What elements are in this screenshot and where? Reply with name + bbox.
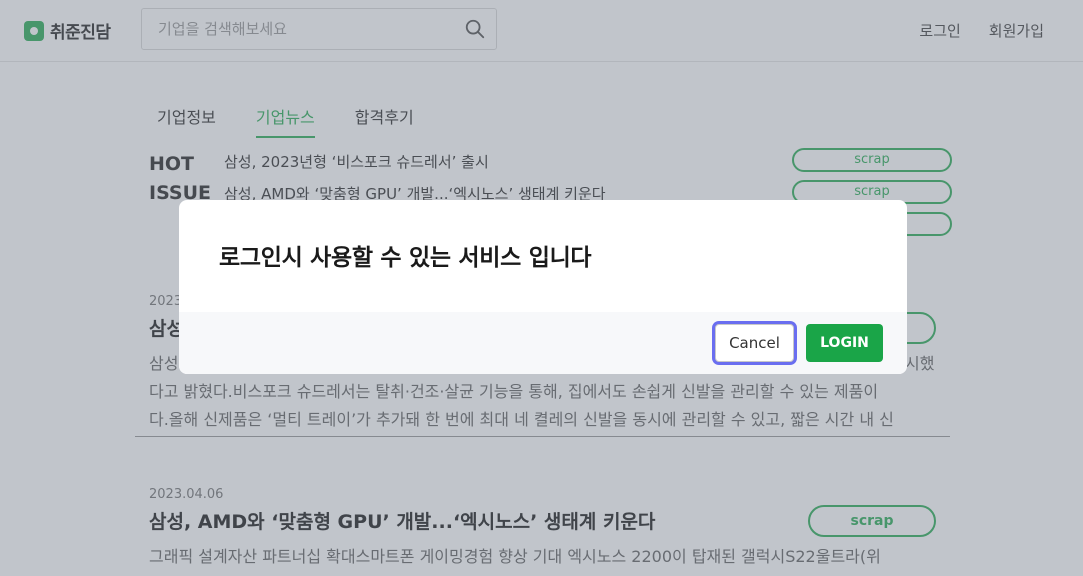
login-required-dialog: 로그인시 사용할 수 있는 서비스 입니다 Cancel LOGIN — [179, 200, 907, 374]
dialog-footer: Cancel LOGIN — [179, 312, 907, 374]
login-button[interactable]: LOGIN — [806, 324, 883, 362]
cancel-button[interactable]: Cancel — [715, 324, 794, 362]
dialog-message: 로그인시 사용할 수 있는 서비스 입니다 — [219, 245, 592, 271]
